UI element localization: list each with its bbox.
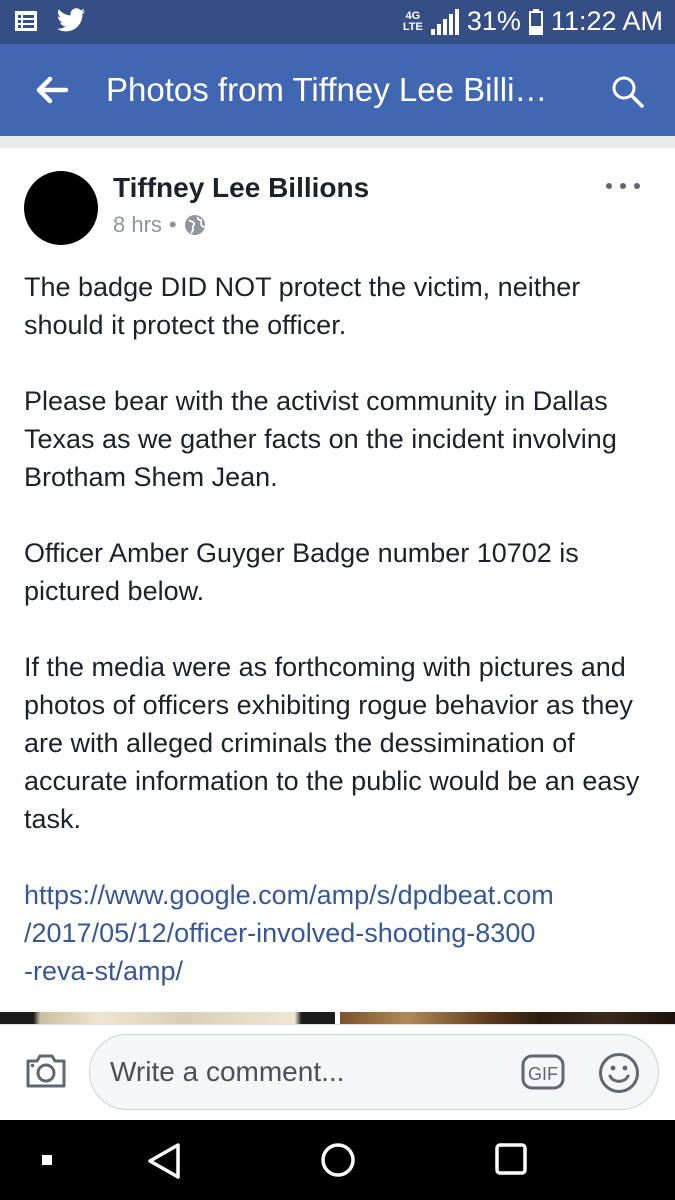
post-paragraph: Please bear with the activist community … <box>24 386 617 492</box>
post-options-icon[interactable] <box>606 183 640 193</box>
comment-placeholder: Write a comment... <box>110 1056 345 1087</box>
nav-home-icon[interactable] <box>320 1142 356 1178</box>
attached-photo-2[interactable] <box>340 1012 675 1024</box>
search-icon[interactable] <box>610 74 646 110</box>
post-body: The badge DID NOT protect the victim, ne… <box>24 268 664 990</box>
nav-back-icon[interactable] <box>146 1142 182 1180</box>
nav-dot-icon[interactable] <box>41 1154 53 1166</box>
post-link-line[interactable]: -reva-st/amp/ <box>24 952 664 990</box>
attached-photo-1[interactable] <box>0 1012 335 1024</box>
battery-icon <box>528 8 543 35</box>
emoji-icon[interactable] <box>598 1052 640 1094</box>
page-title: Photos from Tiffney Lee Billi… <box>106 71 548 108</box>
camera-icon[interactable] <box>24 1052 68 1090</box>
post-paragraph: Officer Amber Guyger Badge number 10702 … <box>24 538 579 606</box>
clock: 11:22 AM <box>550 6 663 36</box>
network-type-indicator: 4G LTE <box>402 9 423 33</box>
svg-text:GIF: GIF <box>528 1064 558 1084</box>
app-bar: Photos from Tiffney Lee Billi… <box>0 44 675 136</box>
meta-separator: • <box>168 212 177 237</box>
gif-icon[interactable]: GIF <box>521 1053 565 1091</box>
post-meta: 8 hrs • <box>113 212 206 238</box>
system-nav-bar <box>0 1120 675 1200</box>
post-paragraph: If the media were as forthcoming with pi… <box>24 652 640 834</box>
post-link-line[interactable]: /2017/05/12/officer-involved-shooting-83… <box>24 914 664 952</box>
signal-strength-icon <box>430 8 459 35</box>
post-link-line[interactable]: https://www.google.com/amp/s/dpdbeat.com <box>24 876 664 914</box>
globe-privacy-icon <box>184 215 205 235</box>
battery-percent: 31% <box>466 6 521 36</box>
post-author-name[interactable]: Tiffney Lee Billions <box>113 172 369 204</box>
author-avatar[interactable] <box>24 171 98 245</box>
post-link[interactable]: https://www.google.com/amp/s/dpdbeat.com… <box>24 876 664 990</box>
section-divider <box>0 136 675 148</box>
twitter-icon <box>57 8 85 32</box>
post-timestamp[interactable]: 8 hrs <box>113 212 162 238</box>
notification-list-icon <box>15 11 37 31</box>
status-bar: 4G LTE 31% 11:22 AM <box>0 0 675 44</box>
back-arrow-icon[interactable] <box>32 71 70 109</box>
post-paragraph: The badge DID NOT protect the victim, ne… <box>24 272 581 340</box>
nav-recents-icon[interactable] <box>494 1142 528 1176</box>
